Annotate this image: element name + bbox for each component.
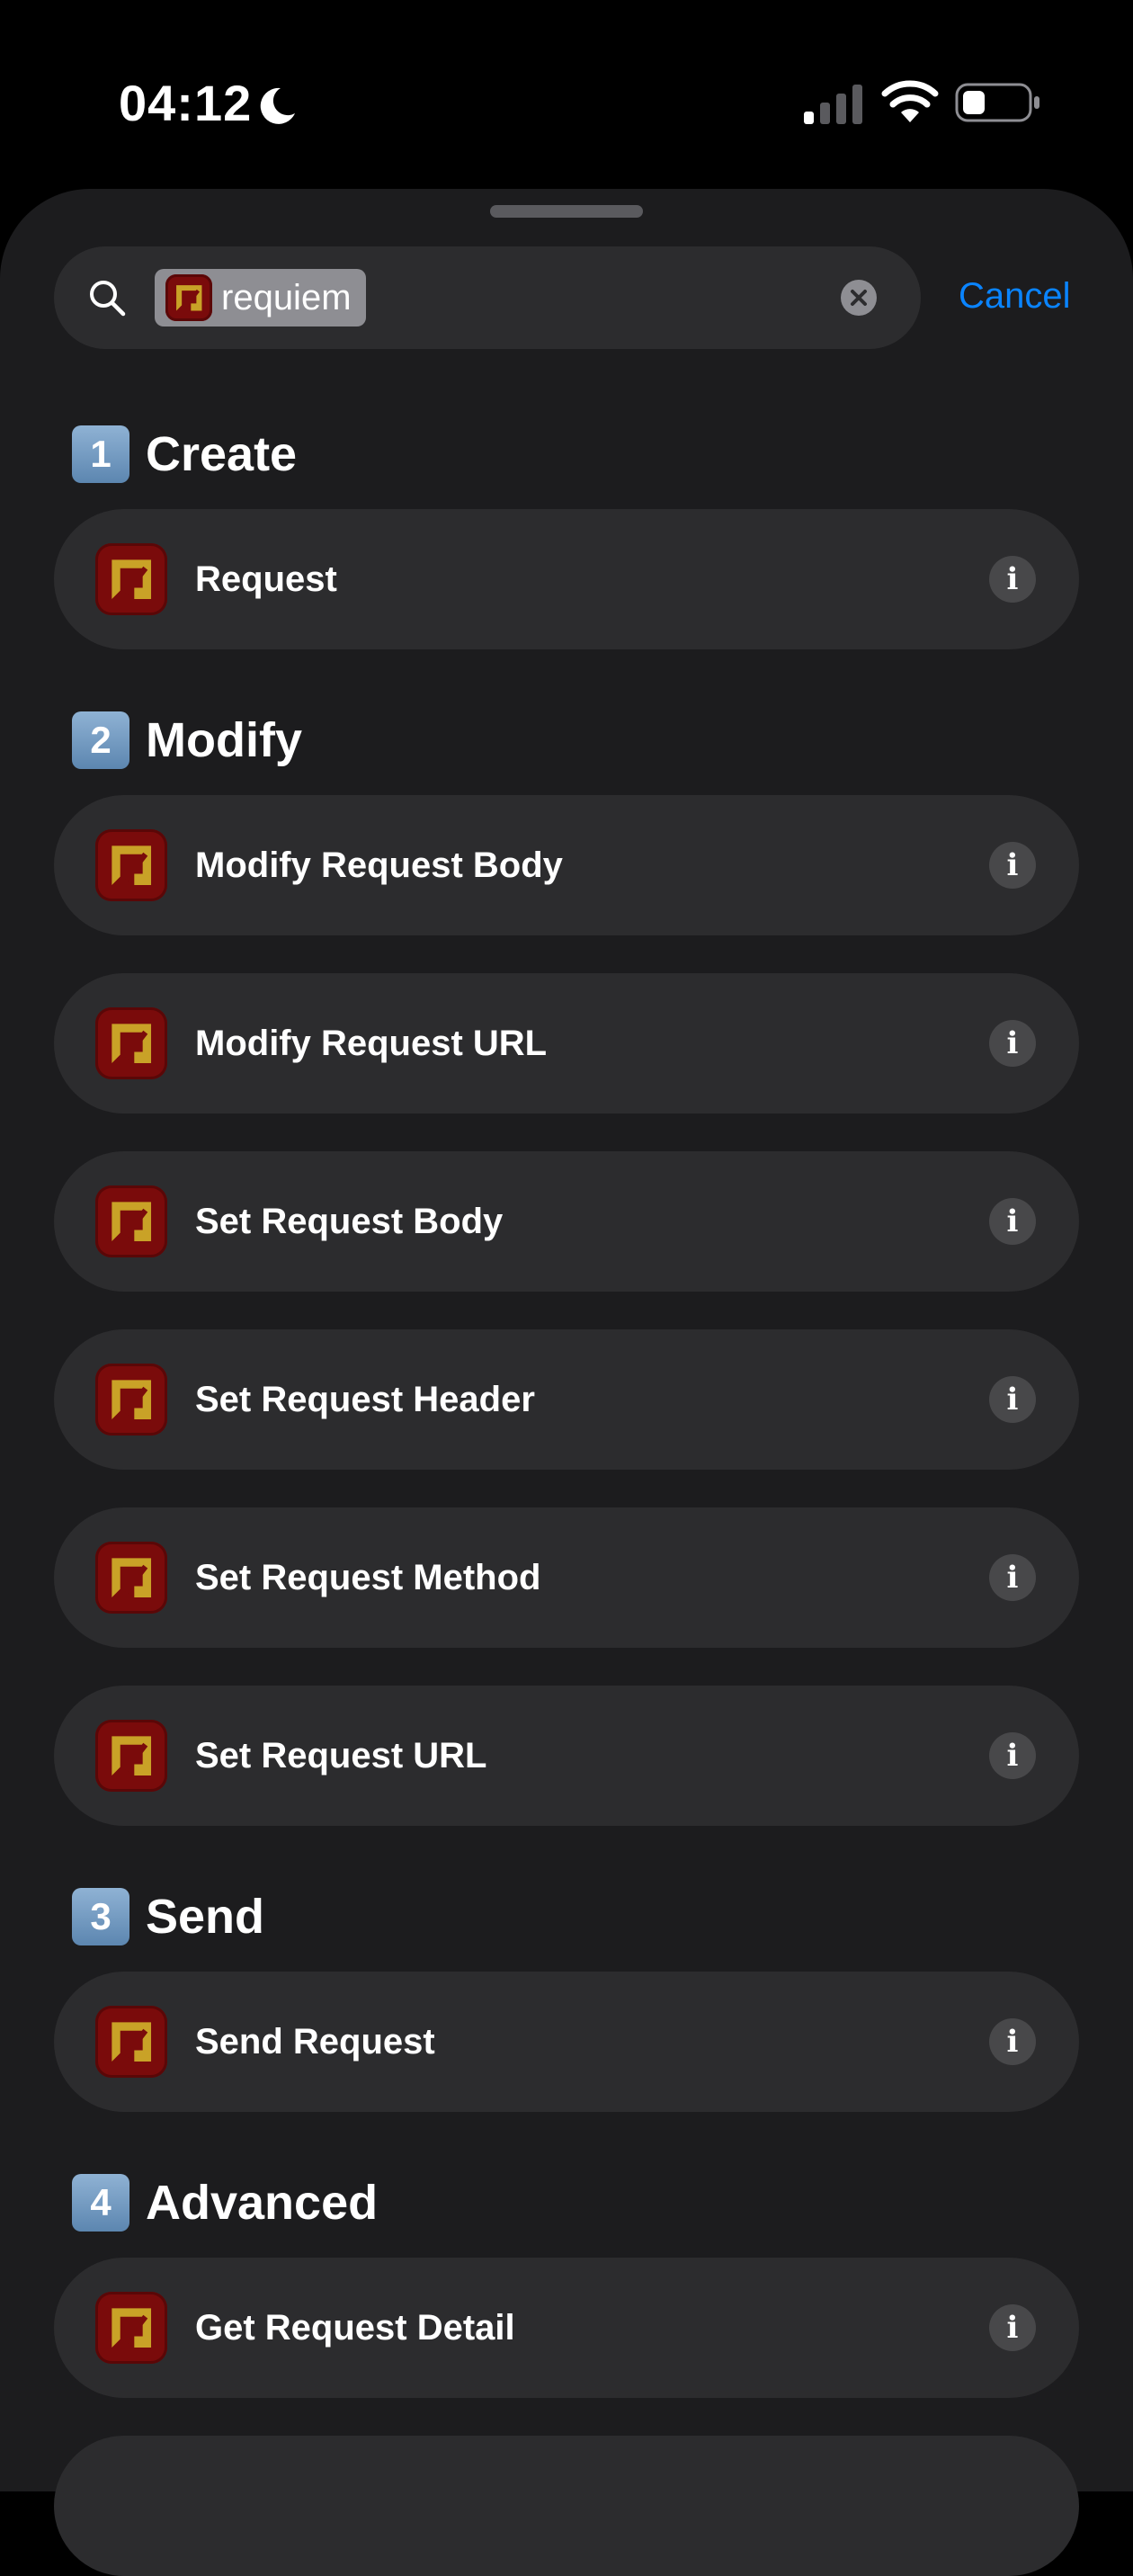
search-field[interactable]: requiem xyxy=(54,246,921,349)
action-row-partial[interactable] xyxy=(54,2436,1079,2576)
search-app-token[interactable]: requiem xyxy=(155,269,366,326)
action-row-set-request-method[interactable]: Set Request Method i xyxy=(54,1507,1079,1648)
requiem-app-icon xyxy=(95,1007,167,1079)
cellular-signal-icon xyxy=(804,85,862,124)
action-row-set-request-header[interactable]: Set Request Header i xyxy=(54,1329,1079,1470)
action-label: Modify Request URL xyxy=(195,1024,548,1063)
action-label: Get Request Detail xyxy=(195,2308,515,2348)
info-icon[interactable]: i xyxy=(989,2018,1036,2065)
action-row-set-request-body[interactable]: Set Request Body i xyxy=(54,1151,1079,1292)
section-title: Send xyxy=(146,1890,265,1944)
action-label: Set Request Header xyxy=(195,1380,535,1419)
info-icon[interactable]: i xyxy=(989,556,1036,603)
requiem-app-icon xyxy=(95,2006,167,2078)
clear-icon[interactable] xyxy=(840,279,878,317)
action-label: Send Request xyxy=(195,2022,435,2062)
section-title: Advanced xyxy=(146,2176,379,2230)
info-icon[interactable]: i xyxy=(989,842,1036,889)
keycap-number-icon: 4 xyxy=(72,2174,129,2232)
action-row-modify-request-url[interactable]: Modify Request URL i xyxy=(54,973,1079,1114)
requiem-app-icon xyxy=(95,1185,167,1257)
requiem-app-icon xyxy=(95,829,167,901)
keycap-number-icon: 3 xyxy=(72,1888,129,1945)
battery-icon xyxy=(955,83,1039,122)
info-icon[interactable]: i xyxy=(989,1376,1036,1423)
status-bar: 04:12 xyxy=(0,0,1133,189)
action-label: Set Request URL xyxy=(195,1736,487,1775)
moon-icon xyxy=(260,87,295,124)
section-header-modify: 2 Modify xyxy=(72,711,302,770)
requiem-app-icon xyxy=(165,274,212,321)
action-label: Set Request Method xyxy=(195,1558,541,1597)
action-row-modify-request-body[interactable]: Modify Request Body i xyxy=(54,795,1079,935)
requiem-app-icon xyxy=(95,1364,167,1436)
requiem-app-icon xyxy=(95,1542,167,1614)
action-row-get-request-detail[interactable]: Get Request Detail i xyxy=(54,2258,1079,2398)
section-header-send: 3 Send xyxy=(72,1887,264,1946)
search-token-text: requiem xyxy=(221,277,352,318)
requiem-app-icon xyxy=(95,2292,167,2364)
section-title: Modify xyxy=(146,713,302,767)
requiem-app-icon xyxy=(95,543,167,615)
action-label: Request xyxy=(195,559,337,599)
requiem-app-icon xyxy=(95,1720,167,1792)
info-icon[interactable]: i xyxy=(989,1020,1036,1067)
section-title: Create xyxy=(146,427,298,481)
action-label: Set Request Body xyxy=(195,1202,504,1241)
sheet-grabber[interactable] xyxy=(490,205,643,218)
action-row-request[interactable]: Request i xyxy=(54,509,1079,649)
wifi-icon xyxy=(881,80,939,122)
keycap-number-icon: 2 xyxy=(72,711,129,769)
info-icon[interactable]: i xyxy=(989,1554,1036,1601)
keycap-number-icon: 1 xyxy=(72,425,129,483)
status-time: 04:12 xyxy=(119,75,253,131)
info-icon[interactable]: i xyxy=(989,1198,1036,1245)
action-search-sheet: requiem Cancel 1 Create Request i 2 Modi… xyxy=(0,189,1133,2576)
info-icon[interactable]: i xyxy=(989,2304,1036,2351)
action-label: Modify Request Body xyxy=(195,845,563,885)
section-header-advanced: 4 Advanced xyxy=(72,2173,378,2232)
section-header-create: 1 Create xyxy=(72,425,297,484)
action-row-set-request-url[interactable]: Set Request URL i xyxy=(54,1686,1079,1826)
search-icon xyxy=(90,281,126,317)
info-icon[interactable]: i xyxy=(989,1732,1036,1779)
cancel-button[interactable]: Cancel xyxy=(959,275,1071,317)
action-row-send-request[interactable]: Send Request i xyxy=(54,1972,1079,2112)
